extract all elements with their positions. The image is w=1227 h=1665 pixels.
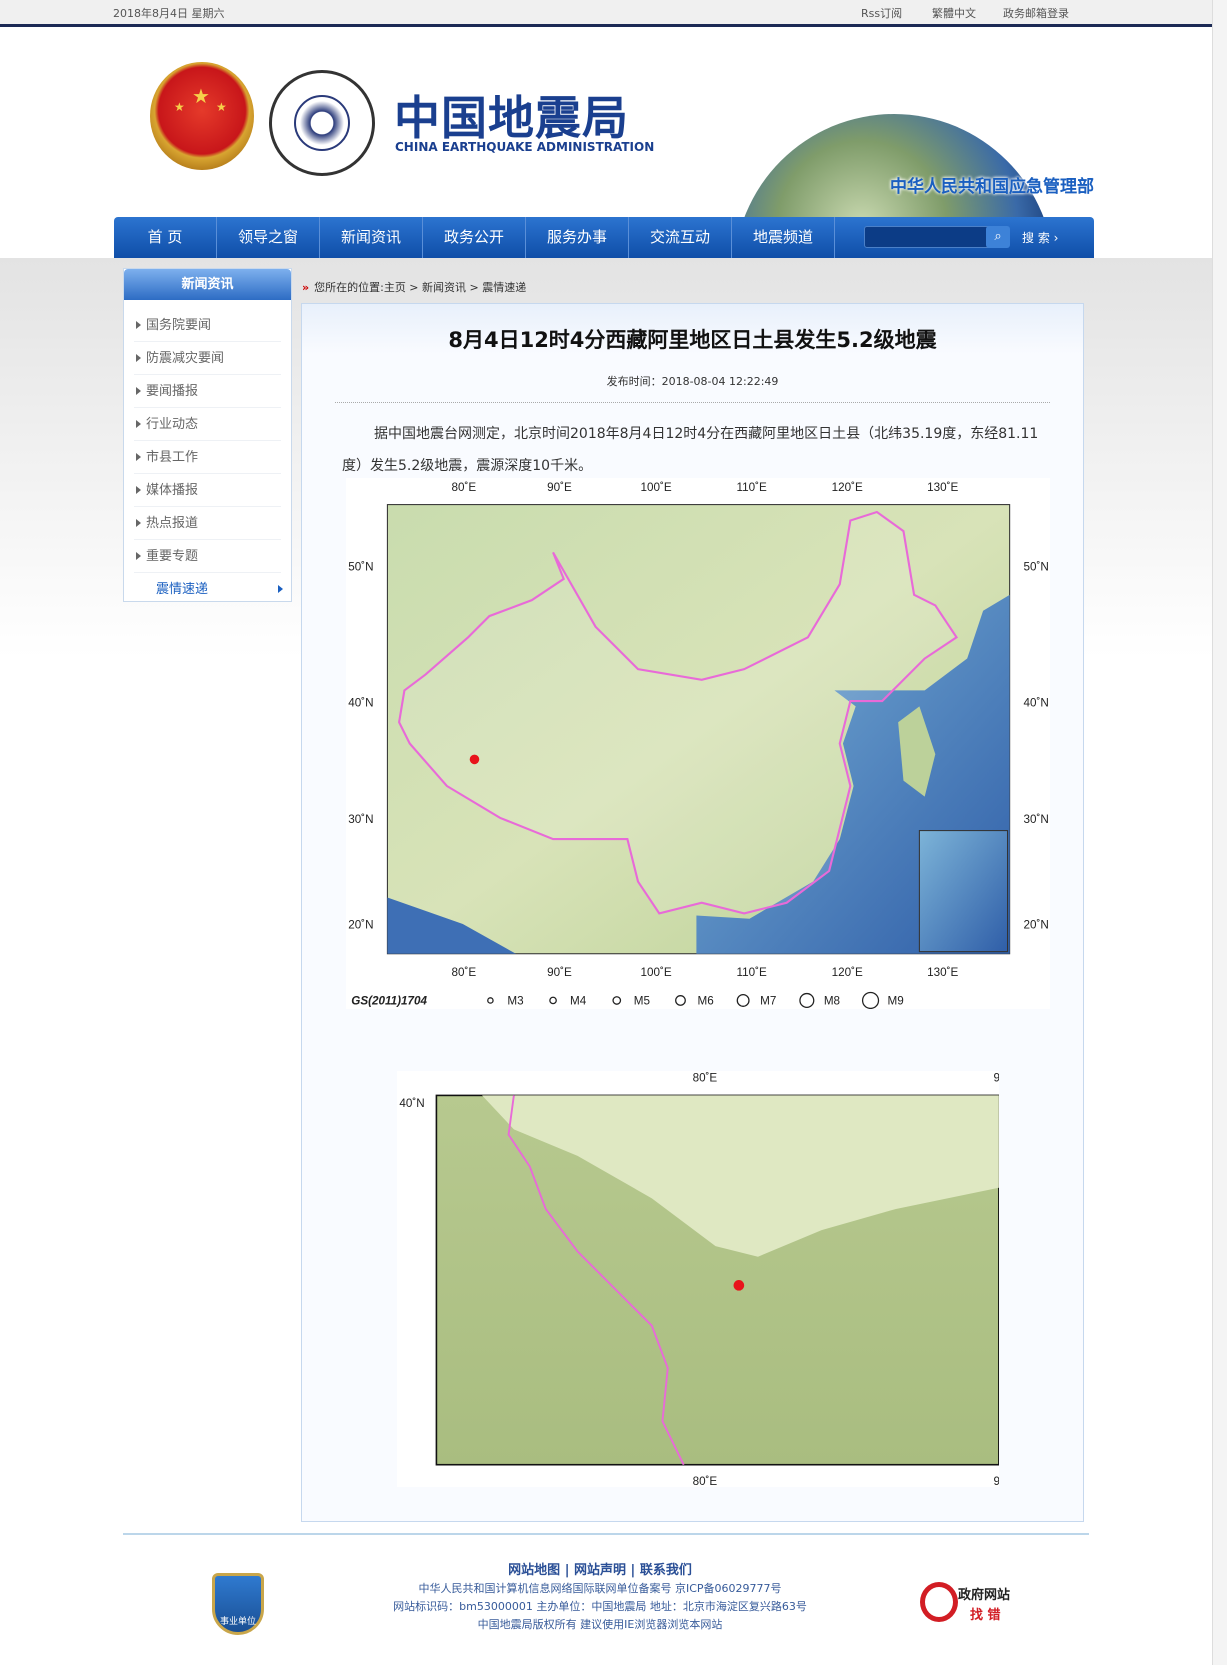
sidebar-item-hot-reports[interactable]: 热点报道 xyxy=(134,507,281,540)
lon-label-bottom: 130˚E xyxy=(927,966,958,979)
lon-label-partial: 9 xyxy=(993,1475,999,1487)
epicenter-marker xyxy=(734,1280,745,1291)
publish-date: 发布时间：2018-08-04 12:22:49 xyxy=(302,373,1083,389)
lat-label-left: 30˚N xyxy=(348,813,373,826)
site-header: ★★★ 中国地震局 CHINA EARTHQUAKE ADMINISTRATIO… xyxy=(114,32,1094,217)
nav-gov-affairs[interactable]: 政务公开 xyxy=(423,217,526,258)
nav-home[interactable]: 首 页 xyxy=(114,217,217,258)
lon-label-bottom: 90˚E xyxy=(547,966,572,979)
lon-label-bottom: 80˚E xyxy=(693,1475,718,1487)
footer-link-contact[interactable]: 联系我们 xyxy=(640,1563,692,1578)
lon-label-top: 90˚E xyxy=(547,481,572,494)
article-title: 8月4日12时4分西藏阿里地区日土县发生5.2级地震 xyxy=(302,324,1083,354)
gov-label: 政府网站 xyxy=(958,1584,1010,1603)
lon-label-bottom: 110˚E xyxy=(736,966,766,979)
breadcrumb: » 您所在的位置:主页 > 新闻资讯 > 震情速递 xyxy=(302,279,526,295)
legend-label: M6 xyxy=(697,995,713,1008)
lon-label-bottom: 100˚E xyxy=(640,966,671,979)
lon-label-bottom: 80˚E xyxy=(452,966,477,979)
footer-link-sitemap[interactable]: 网站地图 xyxy=(508,1563,560,1578)
lat-label-right: 50˚N xyxy=(1024,560,1049,573)
south-china-sea-inset xyxy=(919,831,1007,952)
epicenter-marker xyxy=(470,755,480,765)
sidebar-item-county-work[interactable]: 市县工作 xyxy=(134,441,281,474)
search-button[interactable]: 搜 索 › xyxy=(1022,229,1058,246)
legend-label: M5 xyxy=(634,995,650,1008)
gov-site-error-report[interactable]: 政府网站 找 错 xyxy=(920,1580,1030,1626)
lon-label-top: 100˚E xyxy=(640,481,671,494)
lat-label-left: 20˚N xyxy=(348,918,373,931)
lat-label-right: 30˚N xyxy=(1024,813,1049,826)
rss-link[interactable]: Rss订阅 xyxy=(861,5,902,21)
traditional-chinese-link[interactable]: 繁體中文 xyxy=(932,5,976,21)
main-nav: 首 页 领导之窗 新闻资讯 政务公开 服务办事 交流互动 地震频道 ⌕ 搜 索 … xyxy=(114,217,1094,258)
sidebar-item-topics[interactable]: 重要专题 xyxy=(134,540,281,573)
breadcrumb-arrow-icon: » xyxy=(302,281,309,294)
lon-label-partial: 9 xyxy=(993,1072,999,1085)
error-report-label: 找 错 xyxy=(970,1604,1001,1623)
site-title[interactable]: 中国地震局 xyxy=(394,82,629,148)
lat-label-right: 20˚N xyxy=(1024,918,1049,931)
legend-label: M4 xyxy=(570,995,587,1008)
scrollbar[interactable] xyxy=(1212,0,1227,1665)
nav-earthquake-channel[interactable]: 地震频道 xyxy=(732,217,835,258)
legend-label: M7 xyxy=(760,995,776,1008)
footer-divider xyxy=(123,1533,1089,1535)
footer: 网站地图 | 网站声明 | 联系我们 中华人民共和国计算机信息网络国际联网单位备… xyxy=(300,1562,900,1634)
magnifier-icon xyxy=(920,1582,958,1622)
lon-label-bottom: 120˚E xyxy=(832,966,863,979)
gov-mail-login-link[interactable]: 政务邮箱登录 xyxy=(1003,5,1069,21)
magnitude-legend xyxy=(488,993,879,1009)
lon-label-top: 130˚E xyxy=(927,481,958,494)
footer-icp: 中华人民共和国计算机信息网络国际联网单位备案号 京ICP备06029777号 xyxy=(300,1580,900,1598)
lon-label-top: 80˚E xyxy=(693,1072,718,1085)
lat-label: 40˚N xyxy=(399,1097,424,1110)
epicenter-map-china: 80˚E 90˚E 100˚E 110˚E 120˚E 130˚E 80˚E 90˚E 100… xyxy=(346,478,1050,1009)
sidebar-item-state-council[interactable]: 国务院要闻 xyxy=(134,309,281,342)
article-box: 8月4日12时4分西藏阿里地区日土县发生5.2级地震 发布时间：2018-08-… xyxy=(301,303,1084,1522)
ministry-name: 中华人民共和国应急管理部 xyxy=(890,172,1094,197)
epicenter-map-detail: 80˚E 80˚E 40˚N 9 9 xyxy=(397,1071,999,1487)
lon-label-top: 110˚E xyxy=(736,481,766,494)
legend-label: M8 xyxy=(824,995,840,1008)
current-date: 2018年8月4日 星期六 xyxy=(113,5,225,21)
sidebar-item-industry[interactable]: 行业动态 xyxy=(134,408,281,441)
article-body: 据中国地震台网测定，北京时间2018年8月4日12时4分在西藏阿里地区日土县（北… xyxy=(342,418,1047,482)
sidebar-title: 新闻资讯 xyxy=(124,269,291,300)
sidebar-item-quake-express[interactable]: 震情速递 xyxy=(134,573,281,606)
lon-label-top: 80˚E xyxy=(452,481,477,494)
legend-label: M9 xyxy=(888,995,904,1008)
footer-copyright: 中国地震局版权所有 建议使用IE浏览器浏览本网站 xyxy=(300,1616,900,1634)
sidebar-item-news-broadcast[interactable]: 要闻播报 xyxy=(134,375,281,408)
site-title-en: CHINA EARTHQUAKE ADMINISTRATION xyxy=(395,140,654,154)
divider xyxy=(335,402,1050,403)
footer-link-statement[interactable]: 网站声明 xyxy=(574,1563,626,1578)
sidebar-item-media[interactable]: 媒体播报 xyxy=(134,474,281,507)
map-code: GS(2011)1704 xyxy=(351,995,427,1008)
nav-services[interactable]: 服务办事 xyxy=(526,217,629,258)
national-emblem-icon: ★★★ xyxy=(150,62,254,170)
nav-leadership[interactable]: 领导之窗 xyxy=(217,217,320,258)
lat-label-right: 40˚N xyxy=(1024,696,1049,709)
top-bar: 2018年8月4日 星期六 Rss订阅 繁體中文 政务邮箱登录 xyxy=(0,0,1212,27)
sidebar-item-disaster-reduction[interactable]: 防震减灾要闻 xyxy=(134,342,281,375)
institution-badge[interactable]: 事业单位 xyxy=(212,1573,264,1635)
nav-news[interactable]: 新闻资讯 xyxy=(320,217,423,258)
breadcrumb-text[interactable]: 您所在的位置:主页 > 新闻资讯 > 震情速递 xyxy=(314,281,526,294)
sidebar: 新闻资讯 国务院要闻 防震减灾要闻 要闻播报 行业动态 市县工作 媒体播报 热点… xyxy=(123,268,292,602)
legend-label: M3 xyxy=(507,995,523,1008)
lon-label-top: 120˚E xyxy=(832,481,863,494)
nav-interaction[interactable]: 交流互动 xyxy=(629,217,732,258)
cea-seal-icon xyxy=(269,70,375,176)
search-icon[interactable]: ⌕ xyxy=(986,226,1010,248)
footer-address: 网站标识码：bm53000001 主办单位：中国地震局 地址：北京市海淀区复兴路… xyxy=(300,1598,900,1616)
lat-label-left: 50˚N xyxy=(348,560,373,573)
lat-label-left: 40˚N xyxy=(348,696,373,709)
